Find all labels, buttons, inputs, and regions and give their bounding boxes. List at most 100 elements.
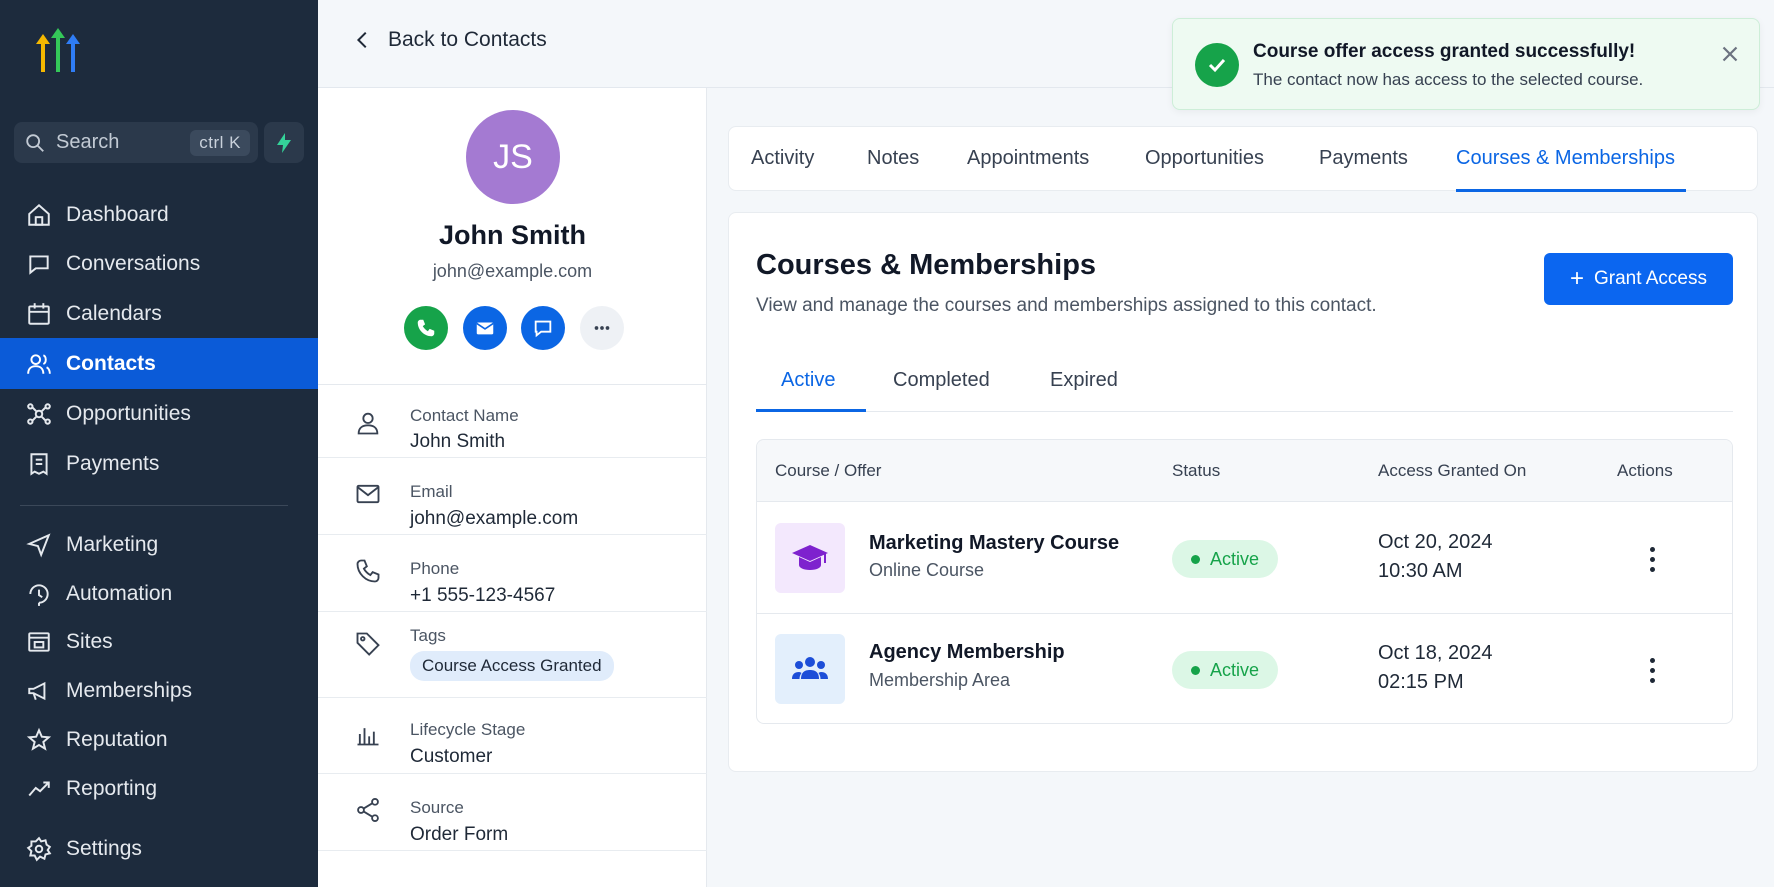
sidebar-item-contacts[interactable]: Contacts [0, 338, 318, 389]
status-label: Active [1209, 548, 1260, 569]
sidebar-item-label: Memberships [66, 679, 193, 702]
subtab-active[interactable]: Active [781, 369, 835, 392]
send-icon [26, 533, 51, 558]
tag-chip[interactable]: Course Access Granted [410, 651, 614, 681]
sidebar-item-label: Conversations [66, 252, 201, 275]
tab-appointments[interactable]: Appointments [967, 147, 1089, 170]
megaphone-icon [28, 681, 46, 701]
sidebar-item-settings[interactable]: Settings [0, 824, 318, 874]
subtab-completed[interactable]: Completed [893, 369, 990, 392]
toast-message: The contact now has access to the select… [1253, 70, 1644, 89]
table-row: Agency Membership Membership Area Active… [757, 614, 1732, 723]
tab-activity[interactable]: Activity [751, 147, 814, 170]
sidebar-divider [20, 505, 288, 506]
sidebar-item-label: Calendars [66, 302, 162, 325]
field-label: Contact Name [410, 406, 519, 425]
status-dot [1190, 665, 1200, 675]
close-icon[interactable] [1717, 41, 1743, 67]
more-actions-button[interactable] [580, 306, 624, 350]
status-dot [1190, 554, 1200, 564]
field-email: Email john@example.com [318, 458, 707, 535]
field-label: Source [410, 798, 464, 817]
back-label: Back to Contacts [388, 28, 547, 51]
chat-bubble-icon [29, 255, 49, 275]
success-toast: Course offer access granted successfully… [1172, 18, 1760, 110]
network-icon [27, 403, 51, 425]
sidebar-item-calendars[interactable]: Calendars [0, 289, 318, 339]
field-value[interactable]: +1 555-123-4567 [410, 585, 555, 607]
record-tabs: Activity Notes Appointments Opportunitie… [728, 126, 1758, 192]
field-value[interactable]: Customer [410, 746, 492, 768]
column-status: Status [1172, 461, 1221, 480]
tab-payments[interactable]: Payments [1319, 147, 1408, 170]
sidebar-item-sites[interactable]: Sites [0, 617, 318, 667]
mail-icon [476, 322, 494, 335]
search-placeholder: Search [56, 131, 120, 153]
tab-opportunities[interactable]: Opportunities [1145, 147, 1264, 170]
sidebar-item-label: Sites [66, 630, 113, 653]
grant-access-button[interactable]: + Grant Access [1544, 253, 1733, 305]
row-actions-button[interactable] [1637, 539, 1667, 579]
field-label: Phone [410, 559, 460, 578]
contact-email: john@example.com [432, 261, 593, 281]
search-box[interactable]: Search ctrl K [14, 122, 258, 163]
sidebar: Search ctrl K Dashboard Conversations Ca… [0, 0, 318, 887]
quick-actions-button[interactable] [264, 122, 304, 163]
section-subtitle: View and manage the courses and membersh… [756, 295, 1377, 316]
chevron-left-icon [356, 31, 367, 49]
phone-outline-icon [356, 559, 380, 583]
sidebar-item-label: Reporting [66, 777, 158, 800]
back-to-contacts-link[interactable]: Back to Contacts [352, 28, 547, 52]
toast-title: Course offer access granted successfully… [1253, 41, 1636, 62]
active-tab-indicator [1456, 189, 1686, 192]
field-value[interactable]: john@example.com [410, 508, 578, 530]
browser-icon [28, 632, 50, 652]
message-button[interactable] [521, 306, 565, 350]
access-time: 02:15 PM [1378, 671, 1464, 693]
course-name[interactable]: Agency Membership [869, 641, 1065, 664]
sidebar-item-marketing[interactable]: Marketing [0, 520, 318, 570]
sidebar-item-memberships[interactable]: Memberships [0, 666, 318, 716]
bolt-icon [277, 132, 291, 153]
subtab-divider [756, 411, 1733, 412]
sidebar-item-reporting[interactable]: Reporting [0, 764, 318, 814]
graduation-cap-icon [775, 523, 845, 593]
calendar-icon [28, 303, 50, 325]
sidebar-item-label: Dashboard [66, 203, 169, 226]
contact-panel: JS John Smith john@example.com Contact N… [318, 88, 707, 887]
sidebar-item-label: Reputation [66, 728, 168, 751]
home-icon [28, 203, 50, 226]
sidebar-item-label: Payments [66, 452, 160, 475]
sidebar-item-reputation[interactable]: Reputation [0, 715, 318, 765]
tab-courses-memberships[interactable]: Courses & Memberships [1456, 147, 1675, 170]
call-button[interactable] [404, 306, 448, 350]
sidebar-item-payments[interactable]: Payments [0, 439, 318, 489]
search-icon [26, 133, 44, 152]
app-logo-icon[interactable] [32, 26, 88, 78]
field-value[interactable]: John Smith [410, 431, 505, 453]
sidebar-item-label: Opportunities [66, 402, 191, 425]
contact-name: John Smith [439, 220, 586, 250]
row-actions-button[interactable] [1637, 650, 1667, 690]
sidebar-item-label: Marketing [66, 533, 159, 556]
field-label: Tags [410, 626, 446, 645]
sidebar-item-automation[interactable]: Automation [0, 569, 318, 619]
subtab-expired[interactable]: Expired [1050, 369, 1118, 392]
email-button[interactable] [463, 306, 507, 350]
sidebar-item-dashboard[interactable]: Dashboard [0, 190, 318, 240]
table-row: Marketing Mastery Course Online Course A… [757, 503, 1732, 614]
field-label: Lifecycle Stage [410, 720, 526, 739]
field-value[interactable]: Order Form [410, 824, 508, 846]
tab-notes[interactable]: Notes [867, 147, 919, 170]
share-icon [357, 797, 379, 823]
courses-table: Course / Offer Status Access Granted On … [756, 439, 1733, 724]
column-access-granted: Access Granted On [1378, 461, 1527, 480]
person-icon [357, 412, 379, 435]
receipt-icon [30, 453, 48, 476]
field-label: Email [410, 482, 453, 501]
access-time: 10:30 AM [1378, 560, 1463, 582]
sidebar-item-opportunities[interactable]: Opportunities [0, 389, 318, 439]
sidebar-item-conversations[interactable]: Conversations [0, 239, 318, 289]
course-name[interactable]: Marketing Mastery Course [869, 532, 1119, 555]
bar-chart-icon [357, 728, 379, 746]
